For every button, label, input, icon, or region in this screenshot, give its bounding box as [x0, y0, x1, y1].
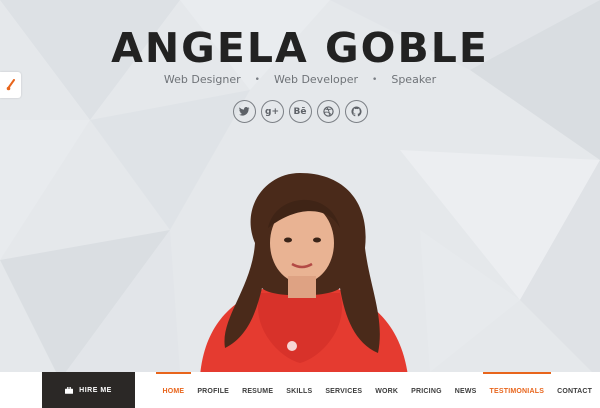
main-navbar: HIRE ME HOME PROFILE RESUME SKILLS SERVI… [0, 372, 600, 408]
role-separator: • [372, 74, 378, 85]
github-icon [350, 106, 362, 117]
nav-item-testimonials[interactable]: TESTIMONIALS [483, 372, 551, 408]
twitter-icon [238, 107, 249, 116]
nav-item-profile[interactable]: PROFILE [191, 372, 236, 408]
behance-icon: Bē [293, 106, 307, 117]
dribbble-link[interactable] [316, 100, 340, 123]
nav-item-resume[interactable]: RESUME [236, 372, 280, 408]
role-web-developer: Web Developer [273, 73, 359, 86]
twitter-link[interactable] [232, 100, 256, 123]
hero-name: ANGELA GOBLE [111, 24, 489, 72]
nav-menu: HOME PROFILE RESUME SKILLS SERVICES WORK… [156, 372, 599, 408]
nav-item-home[interactable]: HOME [156, 372, 191, 408]
role-speaker: Speaker [391, 73, 437, 86]
github-link[interactable] [344, 100, 368, 123]
hire-me-label: HIRE ME [79, 386, 112, 394]
briefcase-icon [65, 386, 74, 394]
nav-item-pricing[interactable]: PRICING [405, 372, 449, 408]
dribbble-icon [322, 106, 334, 117]
behance-link[interactable]: Bē [288, 100, 312, 123]
nav-item-skills[interactable]: SKILLS [280, 372, 319, 408]
nav-item-news[interactable]: NEWS [448, 372, 483, 408]
hire-me-button[interactable]: HIRE ME [42, 372, 135, 408]
profile-photo [200, 173, 408, 376]
nav-item-work[interactable]: WORK [369, 372, 405, 408]
nav-item-contact[interactable]: CONTACT [551, 372, 599, 408]
social-links: g+ Bē [0, 100, 600, 123]
nav-item-services[interactable]: SERVICES [319, 372, 369, 408]
role-list: Web Designer • Web Developer • Speaker [0, 73, 600, 86]
role-web-designer: Web Designer [163, 73, 241, 86]
google-plus-icon: g+ [265, 106, 279, 117]
google-plus-link[interactable]: g+ [260, 100, 284, 123]
role-separator: • [254, 74, 260, 85]
